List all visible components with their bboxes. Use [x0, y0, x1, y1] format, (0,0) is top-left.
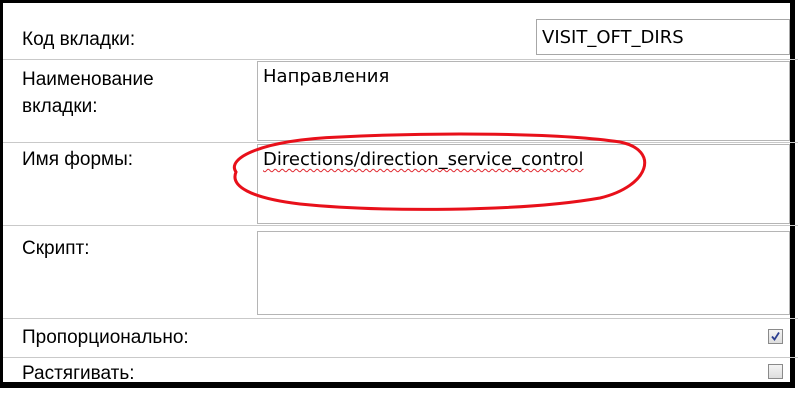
tab-name-label-line1: Наименование [22, 69, 154, 90]
proportional-label: Пропорционально: [22, 327, 189, 348]
script-label: Скрипт: [22, 238, 90, 259]
stretch-checkbox[interactable] [768, 364, 783, 379]
form-name-value: Directions/direction_service_control [263, 149, 584, 170]
tab-name-label-line2: вкладки: [22, 96, 98, 117]
form-name-label: Имя формы: [22, 149, 134, 170]
checkmark-icon [771, 332, 780, 342]
row-divider [3, 142, 798, 143]
tab-code-field[interactable]: VISIT_OFT_DIRS [536, 19, 790, 55]
script-field[interactable] [257, 231, 790, 315]
row-divider [3, 318, 798, 319]
row-divider [3, 59, 798, 60]
tab-code-label: Код вкладки: [22, 29, 136, 50]
form-name-field[interactable]: Directions/direction_service_control [257, 144, 790, 224]
stretch-label: Растягивать: [22, 363, 135, 384]
row-divider [3, 357, 798, 358]
row-divider [3, 225, 798, 226]
proportional-checkbox[interactable] [768, 329, 783, 344]
tab-name-field[interactable]: Направления [257, 61, 790, 141]
